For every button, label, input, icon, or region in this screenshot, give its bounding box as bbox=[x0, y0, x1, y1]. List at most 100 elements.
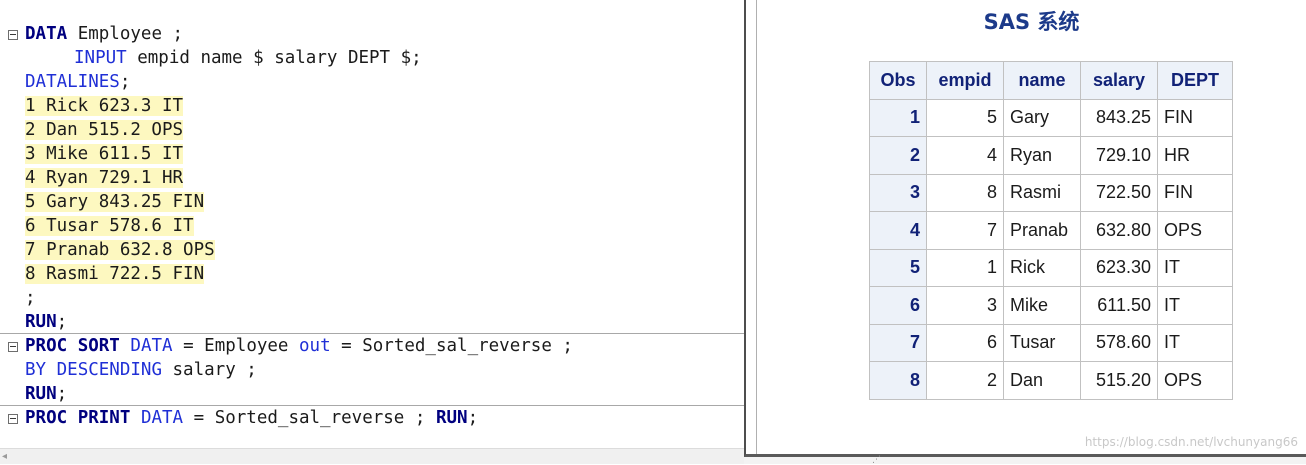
code-line-proc-sort[interactable]: PROC SORT DATA = Employee out = Sorted_s… bbox=[0, 334, 573, 358]
code-line-data[interactable]: DATA Employee ; bbox=[0, 22, 183, 46]
input-vars: empid name $ salary DEPT $; bbox=[126, 48, 422, 68]
table-row: 6 3 Mike 611.50 IT bbox=[869, 286, 1233, 325]
status-strip bbox=[744, 457, 1306, 464]
code-line-input[interactable]: INPUT empid name $ salary DEPT $; bbox=[0, 46, 422, 70]
cell-name: Rasmi bbox=[1003, 173, 1081, 212]
cell-salary: 843.25 bbox=[1080, 98, 1158, 137]
dataline-text: 6 Tusar 578.6 IT bbox=[25, 216, 194, 236]
cell-salary: 632.80 bbox=[1080, 211, 1158, 250]
dataline-text: 1 Rick 623.3 IT bbox=[25, 96, 184, 116]
cell-dept: FIN bbox=[1157, 98, 1233, 137]
cell-obs: 2 bbox=[869, 136, 927, 175]
dataline-text: 3 Mike 611.5 IT bbox=[25, 144, 184, 164]
keyword-sort: SORT bbox=[77, 336, 120, 356]
table-row: 5 1 Rick 623.30 IT bbox=[869, 248, 1233, 287]
cell-obs: 1 bbox=[869, 98, 927, 137]
dataline[interactable]: 1 Rick 623.3 IT bbox=[0, 94, 184, 118]
cell-name: Ryan bbox=[1003, 136, 1081, 175]
code-editor[interactable]: DATA Employee ; INPUT empid name $ salar… bbox=[0, 0, 744, 448]
by-variable: salary ; bbox=[161, 360, 257, 380]
cell-dept: OPS bbox=[1157, 361, 1233, 400]
code-line-end-datalines[interactable]: ; bbox=[0, 286, 36, 310]
fold-toggle-icon[interactable] bbox=[8, 30, 18, 40]
column-header-name: name bbox=[1003, 61, 1081, 100]
cell-salary: 722.50 bbox=[1080, 173, 1158, 212]
cell-empid: 2 bbox=[926, 361, 1004, 400]
dataline[interactable]: 3 Mike 611.5 IT bbox=[0, 142, 184, 166]
cell-empid: 3 bbox=[926, 286, 1004, 325]
table-row: 4 7 Pranab 632.80 OPS bbox=[869, 211, 1233, 250]
sort-output-dataset: = Sorted_sal_reverse ; bbox=[330, 336, 573, 356]
print-dataset: = Sorted_sal_reverse ; bbox=[183, 408, 436, 428]
cell-obs: 4 bbox=[869, 211, 927, 250]
keyword-proc: PROC bbox=[25, 408, 68, 428]
cell-empid: 6 bbox=[926, 323, 1004, 362]
code-line-datalines[interactable]: DATALINES; bbox=[0, 70, 130, 94]
fold-toggle-icon[interactable] bbox=[8, 414, 18, 424]
cell-name: Pranab bbox=[1003, 211, 1081, 250]
semicolon: ; bbox=[25, 288, 36, 308]
keyword-run: RUN bbox=[25, 384, 57, 404]
cell-dept: IT bbox=[1157, 286, 1233, 325]
keyword-data: DATA bbox=[25, 24, 68, 44]
cell-name: Mike bbox=[1003, 286, 1081, 325]
keyword-run: RUN bbox=[25, 312, 57, 332]
table-body: 1 5 Gary 843.25 FIN 2 4 Ryan 729.10 HR 3 8 Rasmi 722.… bbox=[869, 98, 1233, 400]
dataline-text: 2 Dan 515.2 OPS bbox=[25, 120, 184, 140]
column-header-empid: empid bbox=[926, 61, 1004, 100]
column-header-obs: Obs bbox=[869, 61, 927, 100]
cell-name: Rick bbox=[1003, 248, 1081, 287]
cell-dept: IT bbox=[1157, 323, 1233, 362]
keyword-run: RUN bbox=[435, 408, 468, 428]
scroll-left-icon[interactable]: ◂ bbox=[2, 451, 7, 462]
dataset-name: Employee ; bbox=[67, 24, 184, 44]
results-content: SAS 系统 Obs empid name salary DEPT 1 5 Gary… bbox=[756, 0, 1306, 454]
cell-dept: HR bbox=[1157, 136, 1233, 175]
dataline[interactable]: 2 Dan 515.2 OPS bbox=[0, 118, 184, 142]
code-line-run[interactable]: RUN; bbox=[0, 310, 67, 334]
dataline-text: 8 Rasmi 722.5 FIN bbox=[25, 264, 205, 284]
dataline[interactable]: 5 Gary 843.25 FIN bbox=[0, 190, 205, 214]
keyword-data: DATA bbox=[130, 336, 173, 356]
dataline[interactable]: 6 Tusar 578.6 IT bbox=[0, 214, 194, 238]
cell-salary: 623.30 bbox=[1080, 248, 1158, 287]
cell-obs: 5 bbox=[869, 248, 927, 287]
code-line-run[interactable]: RUN; bbox=[0, 382, 67, 406]
semicolon: ; bbox=[467, 408, 479, 428]
cell-name: Gary bbox=[1003, 98, 1081, 137]
column-header-salary: salary bbox=[1080, 61, 1158, 100]
dataline-text: 7 Pranab 632.8 OPS bbox=[25, 240, 215, 260]
dataline-text: 4 Ryan 729.1 HR bbox=[25, 168, 184, 188]
code-line-by[interactable]: BY DESCENDING salary ; bbox=[0, 358, 257, 382]
keyword-datalines: DATALINES bbox=[25, 72, 120, 92]
cell-dept: OPS bbox=[1157, 211, 1233, 250]
dataline[interactable]: 7 Pranab 632.8 OPS bbox=[0, 238, 215, 262]
results-title: SAS 系统 bbox=[983, 10, 1080, 34]
cell-empid: 1 bbox=[926, 248, 1004, 287]
cell-salary: 578.60 bbox=[1080, 323, 1158, 362]
code-line-proc-print[interactable]: PROC PRINT DATA = Sorted_sal_reverse ; R… bbox=[0, 406, 478, 430]
keyword-descending: DESCENDING bbox=[56, 360, 162, 380]
cell-obs: 7 bbox=[869, 323, 927, 362]
semicolon: ; bbox=[56, 312, 68, 332]
cell-empid: 4 bbox=[926, 136, 1004, 175]
dataline[interactable]: 4 Ryan 729.1 HR bbox=[0, 166, 184, 190]
table-row: 7 6 Tusar 578.60 IT bbox=[869, 323, 1233, 362]
dataline-text: 5 Gary 843.25 FIN bbox=[25, 192, 205, 212]
cell-salary: 729.10 bbox=[1080, 136, 1158, 175]
cell-salary: 515.20 bbox=[1080, 361, 1158, 400]
cell-obs: 6 bbox=[869, 286, 927, 325]
dataline[interactable]: 8 Rasmi 722.5 FIN bbox=[0, 262, 205, 286]
cell-dept: FIN bbox=[1157, 173, 1233, 212]
fold-toggle-icon[interactable] bbox=[8, 342, 18, 352]
keyword-out: out bbox=[299, 336, 331, 356]
cell-obs: 8 bbox=[869, 361, 927, 400]
sort-input-dataset: = Employee bbox=[172, 336, 299, 356]
semicolon: ; bbox=[56, 384, 68, 404]
cell-empid: 7 bbox=[926, 211, 1004, 250]
keyword-proc: PROC bbox=[25, 336, 68, 356]
results-viewer-window: SAS 系统 Obs empid name salary DEPT 1 5 Gary… bbox=[744, 0, 1306, 457]
horizontal-scrollbar[interactable]: ◂ bbox=[0, 448, 744, 464]
cell-name: Dan bbox=[1003, 361, 1081, 400]
keyword-data: DATA bbox=[140, 408, 184, 428]
